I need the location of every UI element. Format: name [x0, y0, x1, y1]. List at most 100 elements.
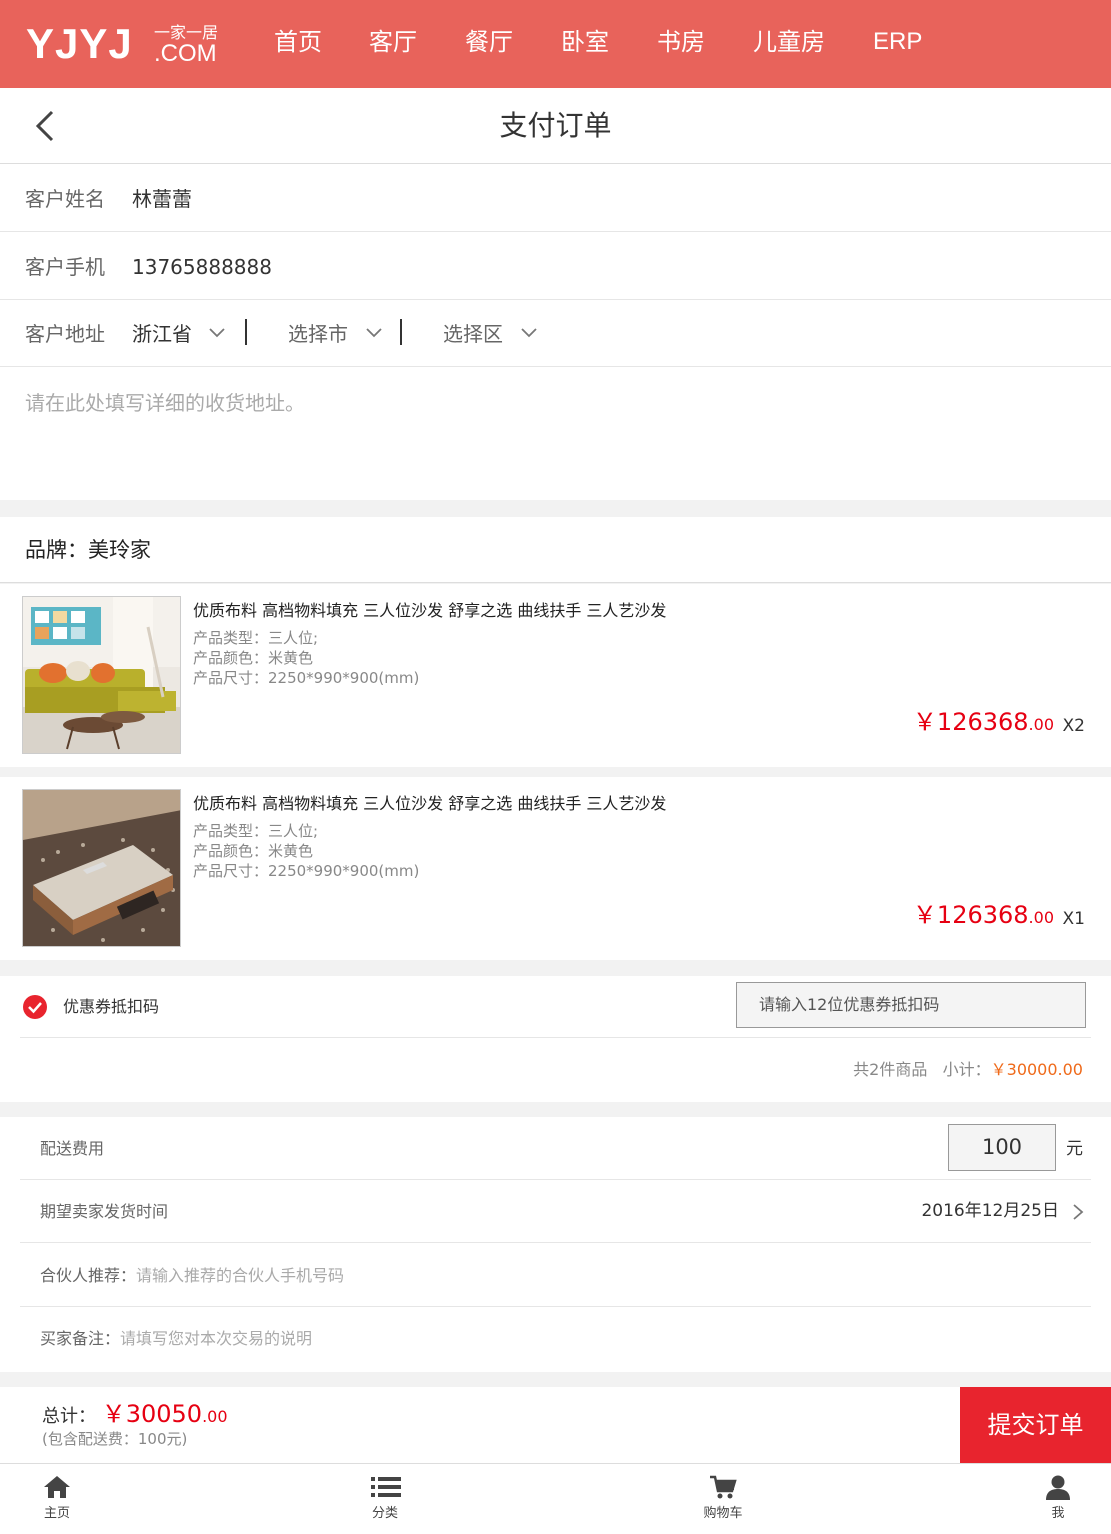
chevron-down-icon[interactable]: [366, 325, 382, 341]
province-select[interactable]: 浙江省: [132, 321, 192, 347]
order-options: 配送费用 100 元 期望卖家发货时间 2016年12月25日 合伙人推荐：请输…: [0, 1117, 1111, 1372]
total-bar: 总计： ￥30050.00 (包含配送费：100元) 提交订单: [0, 1387, 1111, 1463]
customer-address-label: 客户地址: [25, 322, 105, 346]
partner-phone-input[interactable]: 请输入推荐的合伙人手机号码: [136, 1266, 344, 1285]
total-note: (包含配送费：100元): [42, 1430, 188, 1448]
customer-form: 客户姓名 林蕾蕾 客户手机 13765888888 客户地址 浙江省 选择市 选…: [0, 164, 1111, 500]
remark-row: 买家备注：请填写您对本次交易的说明: [20, 1307, 1091, 1370]
partner-field[interactable]: 合伙人推荐：请输入推荐的合伙人手机号码: [40, 1265, 344, 1287]
delivery-fee-row: 配送费用 100 元: [20, 1117, 1091, 1180]
submit-order-button[interactable]: 提交订单: [960, 1387, 1111, 1463]
product-item[interactable]: 优质布料 高档物料填充 三人位沙发 舒享之选 曲线扶手 三人艺沙发 产品类型：三…: [0, 584, 1111, 767]
customer-name-label: 客户姓名: [25, 187, 105, 211]
coupon-code-input[interactable]: 请输入12位优惠券抵扣码: [736, 982, 1086, 1028]
product-color: 产品颜色：米黄色: [193, 842, 314, 860]
product-price: ￥126368.00: [913, 901, 1054, 932]
chevron-down-icon[interactable]: [521, 325, 537, 341]
partner-row: 合伙人推荐：请输入推荐的合伙人手机号码: [20, 1244, 1091, 1307]
currency-unit: 元: [1066, 1139, 1083, 1159]
brand-label: 品牌：美玲家: [25, 538, 151, 562]
ship-time-value[interactable]: 2016年12月25日: [921, 1199, 1059, 1223]
total-amount: ￥30050.00: [102, 1400, 228, 1428]
tab-cart-label: 购物车: [703, 1506, 743, 1521]
logo-text: YJYJ: [26, 20, 133, 67]
site-logo[interactable]: YJYJ 一家一居 .COM: [26, 20, 218, 67]
total-int: ￥30050: [101, 1400, 203, 1428]
divider: [20, 1037, 1091, 1038]
user-icon: [1046, 1475, 1070, 1500]
nav-item-kids-room[interactable]: 儿童房: [753, 24, 825, 60]
list-icon: [371, 1477, 401, 1497]
tab-category[interactable]: 分类: [345, 1464, 425, 1534]
brand-row: 品牌：美玲家: [0, 517, 1111, 583]
product-color: 产品颜色：米黄色: [193, 649, 314, 667]
product-item[interactable]: 优质布料 高档物料填充 三人位沙发 舒享之选 曲线扶手 三人艺沙发 产品类型：三…: [0, 777, 1111, 960]
subtotal-label: 小计：: [942, 1060, 991, 1079]
nav-item-erp[interactable]: ERP: [873, 24, 922, 60]
product-name[interactable]: 优质布料 高档物料填充 三人位沙发 舒享之选 曲线扶手 三人艺沙发: [193, 600, 666, 622]
product-quantity: X1: [1062, 909, 1085, 929]
customer-phone-label: 客户手机: [25, 255, 105, 279]
city-select[interactable]: 选择市: [288, 321, 348, 347]
price-int: ￥126368: [912, 901, 1029, 929]
subtotal-line: 共2件商品 小计：￥30000.00: [853, 1060, 1083, 1080]
product-type: 产品类型：三人位;: [193, 629, 319, 647]
total-line: 总计： ￥30050.00: [42, 1401, 228, 1430]
product-quantity: X2: [1062, 716, 1085, 736]
top-nav: YJYJ 一家一居 .COM 首页 客厅 餐厅 卧室 书房 儿童房 ERP: [0, 0, 1111, 88]
district-select[interactable]: 选择区: [443, 321, 503, 347]
logo-domain: .COM: [154, 40, 217, 67]
shopping-cart-icon: [710, 1475, 737, 1499]
ship-time-row[interactable]: 期望卖家发货时间 2016年12月25日: [20, 1180, 1091, 1243]
tab-home-label: 主页: [43, 1506, 70, 1521]
nav-item-home[interactable]: 首页: [274, 24, 322, 60]
price-int: ￥126368: [912, 708, 1029, 736]
customer-address-row: 客户地址 浙江省 选择市 选择区: [0, 299, 1111, 367]
product-size: 产品尺寸：2250*990*900(mm): [193, 862, 420, 880]
divider: [400, 319, 402, 345]
product-price: ￥126368.00: [913, 708, 1054, 739]
price-dec: .00: [1028, 715, 1054, 734]
nav-item-bedroom[interactable]: 卧室: [561, 24, 609, 60]
tab-home[interactable]: 主页: [17, 1464, 97, 1534]
subtotal-amount: ￥30000.00: [990, 1060, 1083, 1079]
home-icon: [44, 1476, 70, 1498]
tab-cart[interactable]: 购物车: [683, 1464, 763, 1534]
product-name[interactable]: 优质布料 高档物料填充 三人位沙发 舒享之选 曲线扶手 三人艺沙发: [193, 793, 666, 815]
checkmark-circle-icon[interactable]: [22, 994, 48, 1020]
total-label: 总计：: [42, 1406, 96, 1427]
bottom-tab-bar: 主页 分类 购物车 我: [0, 1463, 1111, 1534]
product-image-coffee-table[interactable]: [22, 789, 181, 947]
item-count: 共2件商品: [853, 1060, 928, 1079]
remark-input[interactable]: 请填写您对本次交易的说明: [120, 1329, 312, 1348]
customer-phone-row: 客户手机 13765888888: [0, 232, 1111, 300]
title-bar: 支付订单: [0, 88, 1111, 164]
total-dec: .00: [202, 1407, 228, 1426]
product-size: 产品尺寸：2250*990*900(mm): [193, 669, 420, 687]
nav-item-dining-room[interactable]: 餐厅: [465, 24, 513, 60]
tab-me-label: 我: [1051, 1506, 1065, 1521]
customer-name-row: 客户姓名 林蕾蕾: [0, 164, 1111, 232]
customer-name-input[interactable]: 林蕾蕾: [132, 186, 192, 212]
coupon-label: 优惠券抵扣码: [63, 997, 160, 1016]
address-detail-textarea[interactable]: 请在此处填写详细的收货地址。: [25, 390, 305, 416]
remark-field[interactable]: 买家备注：请填写您对本次交易的说明: [40, 1328, 312, 1350]
page-title: 支付订单: [499, 109, 612, 142]
nav-item-study[interactable]: 书房: [657, 24, 705, 60]
delivery-fee-label: 配送费用: [40, 1139, 105, 1158]
tab-category-label: 分类: [371, 1506, 398, 1521]
divider: [245, 319, 247, 345]
product-type: 产品类型：三人位;: [193, 822, 319, 840]
partner-label: 合伙人推荐：: [40, 1266, 137, 1285]
product-image-sofa[interactable]: [22, 596, 181, 754]
ship-time-label: 期望卖家发货时间: [40, 1202, 169, 1221]
chevron-right-icon[interactable]: [1071, 1204, 1085, 1220]
remark-label: 买家备注：: [40, 1329, 121, 1348]
price-dec: .00: [1028, 908, 1054, 927]
coupon-section: 优惠券抵扣码 请输入12位优惠券抵扣码 共2件商品 小计：￥30000.00: [0, 976, 1111, 1102]
customer-phone-input[interactable]: 13765888888: [132, 254, 272, 280]
delivery-fee-input[interactable]: 100: [948, 1124, 1056, 1171]
tab-me[interactable]: 我: [1018, 1464, 1098, 1534]
chevron-down-icon[interactable]: [209, 325, 225, 341]
nav-item-living-room[interactable]: 客厅: [369, 24, 417, 60]
